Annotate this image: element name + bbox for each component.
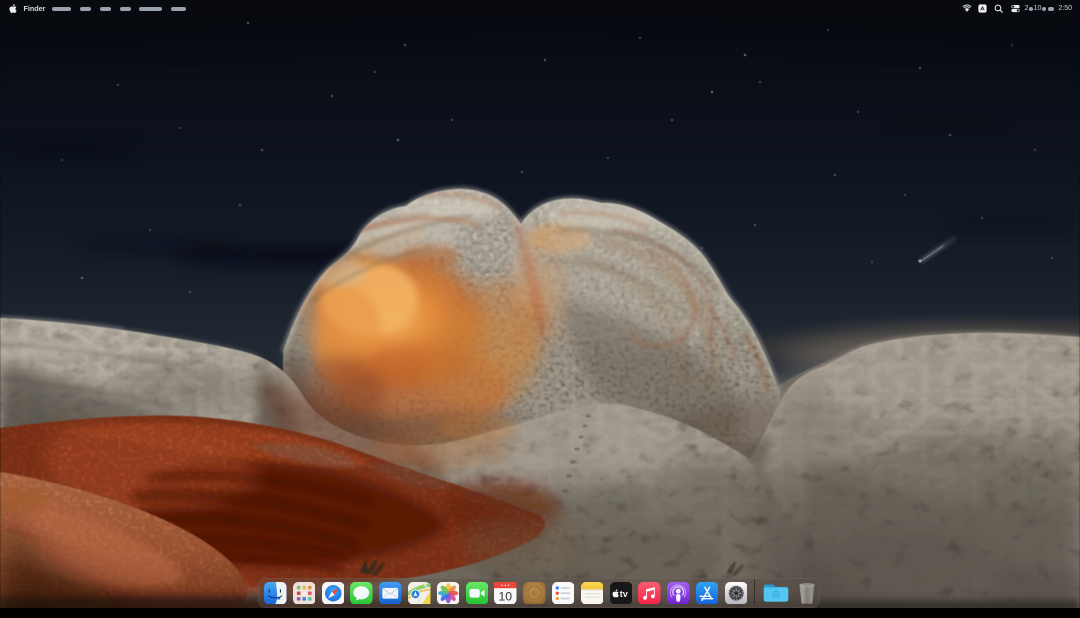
svg-text:tv: tv (619, 589, 627, 599)
svg-text:10: 10 (499, 589, 513, 603)
